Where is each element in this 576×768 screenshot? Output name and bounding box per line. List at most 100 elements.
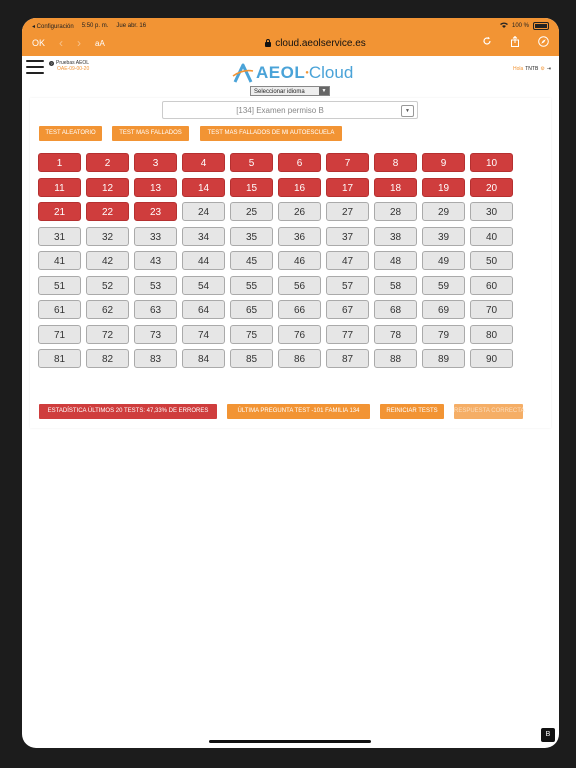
test-button-4[interactable]: 4 [182,153,225,172]
test-button-88[interactable]: 88 [374,349,417,368]
test-button-84[interactable]: 84 [182,349,225,368]
test-button-21[interactable]: 21 [38,202,81,221]
test-button-43[interactable]: 43 [134,251,177,270]
back-chevron-icon[interactable]: ‹ [59,37,63,49]
test-button-78[interactable]: 78 [374,324,417,344]
test-button-23[interactable]: 23 [134,202,177,221]
test-button-19[interactable]: 19 [422,177,465,197]
test-button-13[interactable]: 13 [134,177,177,197]
test-button-15[interactable]: 15 [230,177,273,197]
test-button-32[interactable]: 32 [86,226,129,246]
test-button-87[interactable]: 87 [326,349,369,368]
logout-icon[interactable]: ⇥ [547,66,551,72]
test-button-52[interactable]: 52 [86,275,129,295]
test-button-73[interactable]: 73 [134,324,177,344]
test-button-25[interactable]: 25 [230,202,273,221]
test-button-48[interactable]: 48 [374,251,417,270]
test-button-47[interactable]: 47 [326,251,369,270]
test-button-80[interactable]: 80 [470,324,513,344]
test-button-65[interactable]: 65 [230,300,273,319]
test-button-58[interactable]: 58 [374,275,417,295]
test-button-82[interactable]: 82 [86,349,129,368]
test-button-69[interactable]: 69 [422,300,465,319]
test-button-42[interactable]: 42 [86,251,129,270]
menu-icon[interactable] [26,60,44,74]
random-test-button[interactable]: TEST ALEATORIO [39,126,102,141]
back-to-app-link[interactable]: ◂ Configuración [32,23,74,30]
help-icon[interactable]: ? [49,60,54,66]
test-button-51[interactable]: 51 [38,275,81,295]
test-button-71[interactable]: 71 [38,324,81,344]
test-button-81[interactable]: 81 [38,349,81,368]
test-button-16[interactable]: 16 [278,177,321,197]
settings-icon[interactable]: ⚙ [540,66,544,72]
test-button-14[interactable]: 14 [182,177,225,197]
test-button-68[interactable]: 68 [374,300,417,319]
exam-select[interactable]: [134] Examen permiso B ▼ [162,101,418,119]
test-button-5[interactable]: 5 [230,153,273,172]
test-button-46[interactable]: 46 [278,251,321,270]
test-button-36[interactable]: 36 [278,226,321,246]
test-button-6[interactable]: 6 [278,153,321,172]
test-button-31[interactable]: 31 [38,226,81,246]
test-button-57[interactable]: 57 [326,275,369,295]
test-button-67[interactable]: 67 [326,300,369,319]
test-button-63[interactable]: 63 [134,300,177,319]
test-button-39[interactable]: 39 [422,226,465,246]
test-button-60[interactable]: 60 [470,275,513,295]
test-button-1[interactable]: 1 [38,153,81,172]
test-button-10[interactable]: 10 [470,153,513,172]
test-button-50[interactable]: 50 [470,251,513,270]
test-button-75[interactable]: 75 [230,324,273,344]
test-button-27[interactable]: 27 [326,202,369,221]
test-button-74[interactable]: 74 [182,324,225,344]
test-button-28[interactable]: 28 [374,202,417,221]
test-button-18[interactable]: 18 [374,177,417,197]
text-size-button[interactable]: aA [95,39,105,48]
test-button-9[interactable]: 9 [422,153,465,172]
test-button-3[interactable]: 3 [134,153,177,172]
test-button-37[interactable]: 37 [326,226,369,246]
test-button-64[interactable]: 64 [182,300,225,319]
test-button-76[interactable]: 76 [278,324,321,344]
test-button-70[interactable]: 70 [470,300,513,319]
address-bar[interactable]: cloud.aeolservice.es [192,38,439,49]
correct-answer-button[interactable]: RESPUESTA CORRECTA [454,404,524,419]
test-button-35[interactable]: 35 [230,226,273,246]
most-failed-test-button[interactable]: TEST MAS FALLADOS [112,126,189,141]
test-button-40[interactable]: 40 [470,226,513,246]
test-button-86[interactable]: 86 [278,349,321,368]
test-button-55[interactable]: 55 [230,275,273,295]
test-button-11[interactable]: 11 [38,177,81,197]
test-button-24[interactable]: 24 [182,202,225,221]
test-button-12[interactable]: 12 [86,177,129,197]
test-button-20[interactable]: 20 [470,177,513,197]
test-button-34[interactable]: 34 [182,226,225,246]
forward-chevron-icon[interactable]: › [77,37,81,49]
test-button-66[interactable]: 66 [278,300,321,319]
test-button-29[interactable]: 29 [422,202,465,221]
test-button-77[interactable]: 77 [326,324,369,344]
test-button-45[interactable]: 45 [230,251,273,270]
school-most-failed-test-button[interactable]: TEST MAS FALLADOS DE MI AUTOESCUELA [200,126,342,141]
reset-tests-button[interactable]: REINICIAR TESTS [380,404,444,419]
test-button-79[interactable]: 79 [422,324,465,344]
done-button[interactable]: OK [32,38,45,48]
test-button-2[interactable]: 2 [86,153,129,172]
test-button-26[interactable]: 26 [278,202,321,221]
stats-button[interactable]: ESTADÍSTICA ÚLTIMOS 20 TESTS: 47,33% DE … [39,404,217,419]
test-button-41[interactable]: 41 [38,251,81,270]
share-icon[interactable] [510,35,520,50]
test-button-56[interactable]: 56 [278,275,321,295]
compass-icon[interactable] [538,36,549,50]
language-select[interactable]: Seleccionar idioma ▼ [250,86,330,96]
test-button-33[interactable]: 33 [134,226,177,246]
test-button-17[interactable]: 17 [326,177,369,197]
test-button-62[interactable]: 62 [86,300,129,319]
test-button-53[interactable]: 53 [134,275,177,295]
test-button-22[interactable]: 22 [86,202,129,221]
test-button-38[interactable]: 38 [374,226,417,246]
test-button-8[interactable]: 8 [374,153,417,172]
last-question-button[interactable]: ÚLTIMA PREGUNTA TEST -101 FAMILIA 134 [227,404,370,419]
test-button-44[interactable]: 44 [182,251,225,270]
